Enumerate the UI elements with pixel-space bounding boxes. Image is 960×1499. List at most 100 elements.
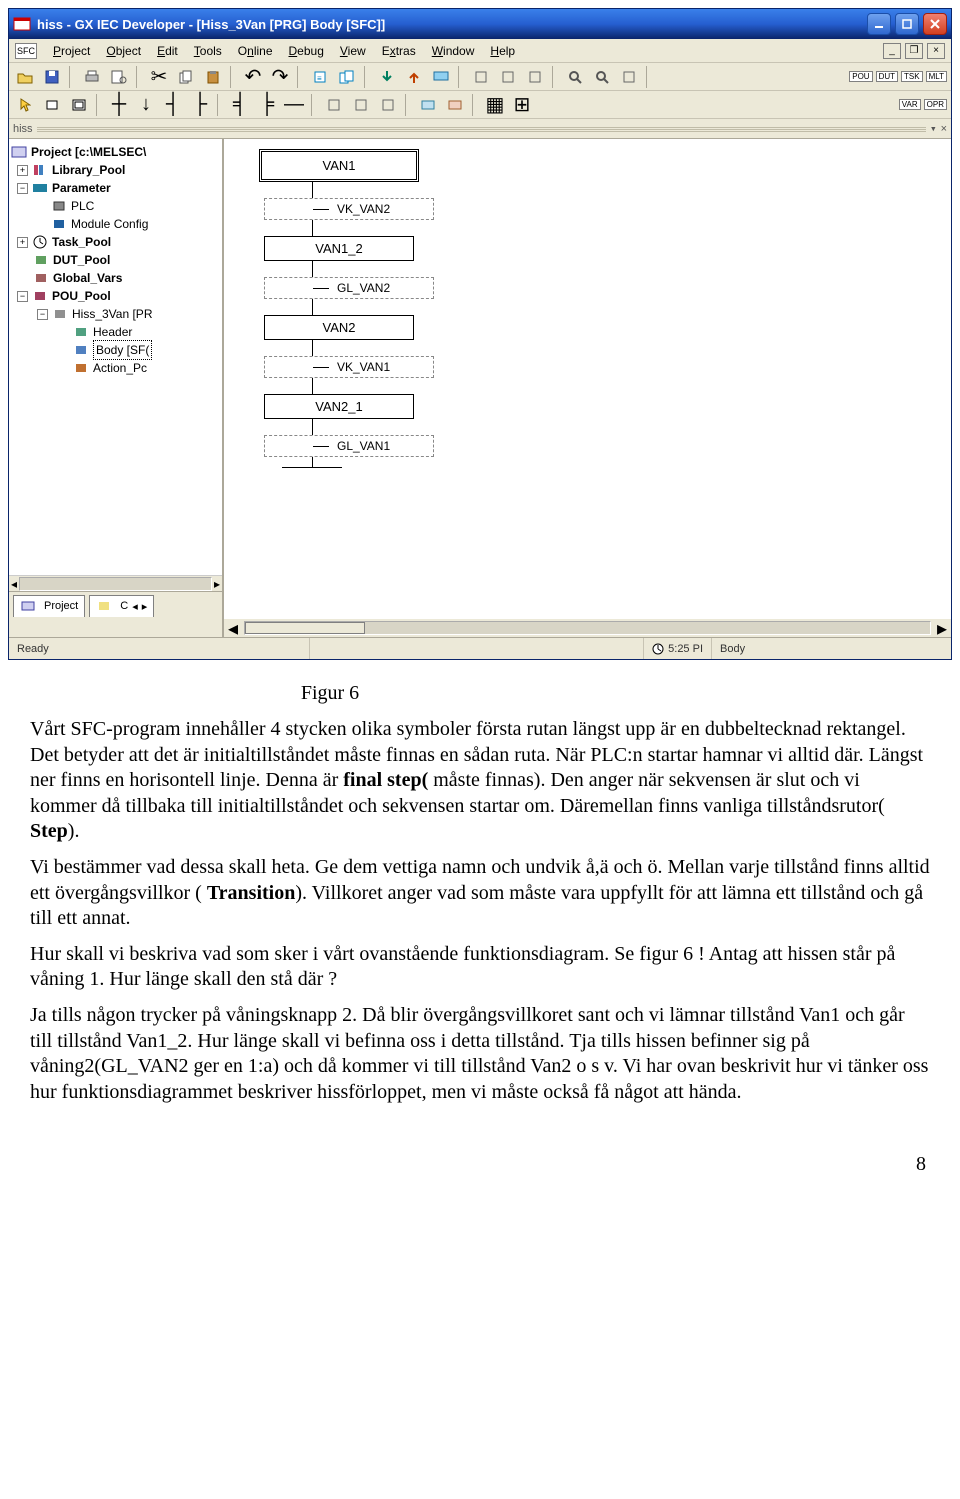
action-icon[interactable] [416,94,440,116]
tree-node-plc[interactable]: PLC [11,197,220,215]
sfc-transition[interactable]: GL_VAN1 [264,435,434,457]
replace-icon[interactable] [590,66,614,88]
cut-icon[interactable]: ✂ [147,66,171,88]
tree-node-pou-pool[interactable]: − POU_Pool [11,287,220,305]
tool-extra-1-icon[interactable] [469,66,493,88]
tab-calltree[interactable]: C ◂ ▸ [89,595,154,617]
menu-extras[interactable]: Extras [374,42,424,60]
paste-icon[interactable] [201,66,225,88]
mdi-restore-button[interactable]: ❐ [905,43,923,59]
undo-icon[interactable]: ↶ [241,66,265,88]
snap-icon[interactable]: ⊞ [510,94,534,116]
scroll-thumb[interactable] [245,622,365,634]
menu-view[interactable]: View [332,42,374,60]
tree-node-task-pool[interactable]: + Task_Pool [11,233,220,251]
scroll-track[interactable] [244,621,931,635]
download-icon[interactable] [375,66,399,88]
parallel-left-icon[interactable]: ╡ [228,94,252,116]
open-icon[interactable] [13,66,37,88]
chip-icon [51,199,67,213]
collapse-icon[interactable]: − [37,309,48,320]
step-icon[interactable] [40,94,64,116]
grid-icon[interactable]: ▦ [483,94,507,116]
maximize-button[interactable] [895,13,919,35]
menu-help[interactable]: Help [482,42,523,60]
find-icon[interactable] [563,66,587,88]
sfc-transition[interactable]: GL_VAN2 [264,277,434,299]
scroll-left-icon[interactable]: ◂ [224,616,242,641]
menu-online[interactable]: Online [230,42,281,60]
xref-icon[interactable] [617,66,641,88]
sfc-editor[interactable]: VAN1 VK_VAN2 VAN1_2 GL_VAN2 VAN2 VK_VAN1… [224,139,951,619]
tab-project[interactable]: Project [13,595,85,617]
menu-window[interactable]: Window [424,42,483,60]
zoom-fit-icon[interactable] [322,94,346,116]
minimize-button[interactable] [867,13,891,35]
upload-icon[interactable] [402,66,426,88]
right-branch-icon[interactable]: ├ [188,94,212,116]
collapse-icon[interactable]: − [17,183,28,194]
close-button[interactable] [923,13,947,35]
pointer-icon[interactable] [13,94,37,116]
tree-node-action-pool[interactable]: Action_Pc [11,359,220,377]
monitor-icon[interactable] [429,66,453,88]
print-icon[interactable] [80,66,104,88]
project-tree[interactable]: Project [c:\MELSEC\ + Library_Pool − Par… [9,139,222,575]
pane-close-button[interactable]: × [941,123,947,135]
menu-tools[interactable]: Tools [186,42,230,60]
tree-root[interactable]: Project [c:\MELSEC\ [11,143,220,161]
tree-node-parameter[interactable]: − Parameter [11,179,220,197]
status-time: 5:25 PI [643,638,711,659]
menu-project[interactable]: Project [45,42,98,60]
tree-node-dut-pool[interactable]: DUT_Pool [11,251,220,269]
menu-edit[interactable]: Edit [149,42,186,60]
macro-icon[interactable] [443,94,467,116]
zoom-out-icon[interactable] [376,94,400,116]
sfc-transition[interactable]: VK_VAN2 [264,198,434,220]
transition-icon[interactable]: ┼ [107,94,131,116]
zoom-in-icon[interactable] [349,94,373,116]
tree-node-hiss3van[interactable]: − Hiss_3Van [PR [11,305,220,323]
scroll-track[interactable] [19,577,212,591]
print-preview-icon[interactable] [107,66,131,88]
expand-icon[interactable]: + [17,165,28,176]
tree-node-library-pool[interactable]: + Library_Pool [11,161,220,179]
sfc-transition[interactable]: VK_VAN1 [264,356,434,378]
jump-icon[interactable]: ↓ [134,94,158,116]
sfc-step[interactable]: VAN2 [264,315,414,340]
parallel-right-icon[interactable]: ╞ [255,94,279,116]
sfc-step[interactable]: VAN1_2 [264,236,414,261]
tool-extra-3-icon[interactable] [523,66,547,88]
editor-hscroll[interactable]: ◂ ▸ [9,619,951,637]
compile-icon[interactable]: ≡ [308,66,332,88]
tree-node-global-vars[interactable]: Global_Vars [11,269,220,287]
expand-icon[interactable]: + [17,237,28,248]
tool-extra-2-icon[interactable] [496,66,520,88]
scroll-right-icon[interactable]: ▸ [933,616,951,641]
tree-node-module-config[interactable]: Module Config [11,215,220,233]
scroll-left-icon[interactable]: ◂ [11,577,17,591]
sfc-initial-step[interactable]: VAN1 [259,149,419,182]
redo-icon[interactable]: ↷ [268,66,292,88]
left-branch-icon[interactable]: ┤ [161,94,185,116]
status-spacer [309,638,643,659]
tab-scroll-right-icon[interactable]: ▸ [142,600,148,613]
menu-debug[interactable]: Debug [281,42,332,60]
copy-icon[interactable] [174,66,198,88]
scroll-right-icon[interactable]: ▸ [214,577,220,591]
line-icon[interactable]: — [282,94,306,116]
pane-dropdown-icon[interactable]: ▾ [930,122,937,135]
tree-hscroll[interactable]: ◂ ▸ [9,575,222,591]
tree-node-header[interactable]: Header [11,323,220,341]
mdi-minimize-button[interactable]: _ [883,43,901,59]
mdi-close-button[interactable]: × [927,43,945,59]
compile-all-icon[interactable] [335,66,359,88]
menu-object[interactable]: Object [98,42,149,60]
collapse-icon[interactable]: − [17,291,28,302]
menubar: SFC Project Object Edit Tools Online Deb… [9,39,951,63]
save-icon[interactable] [40,66,64,88]
initial-step-icon[interactable] [67,94,91,116]
tab-scroll-left-icon[interactable]: ◂ [132,600,138,613]
tree-node-body[interactable]: Body [SF( [11,341,220,359]
sfc-step[interactable]: VAN2_1 [264,394,414,419]
